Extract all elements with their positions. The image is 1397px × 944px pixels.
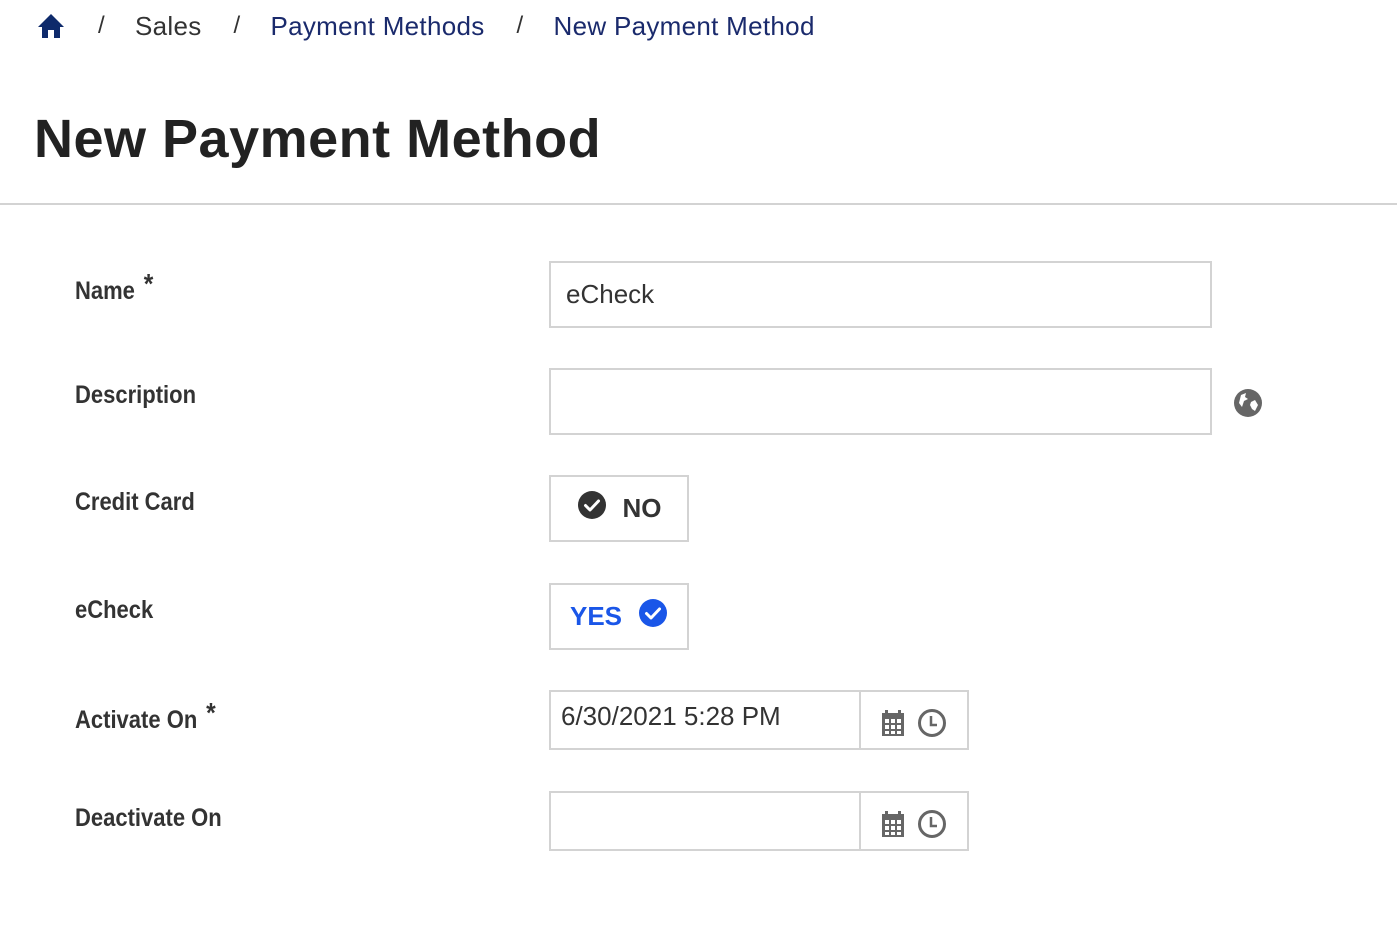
name-label-text: Name — [75, 277, 135, 305]
echeck-state: YES — [569, 601, 623, 631]
echeck-toggle[interactable]: YES — [549, 583, 689, 650]
required-mark: * — [206, 697, 216, 728]
deactivate-on-label: Deactivate On — [75, 804, 222, 833]
deactivate-on-label-text: Deactivate On — [75, 804, 222, 832]
breadcrumb-separator: / — [98, 12, 105, 39]
globe-icon[interactable] — [1232, 387, 1264, 419]
datetime-picker-buttons — [861, 692, 967, 748]
name-input[interactable] — [549, 261, 1212, 328]
activate-on-datetime — [549, 690, 969, 750]
home-icon[interactable] — [36, 11, 66, 41]
check-circle-icon — [577, 490, 607, 527]
breadcrumb-item-payment-methods[interactable]: Payment Methods — [270, 11, 484, 42]
clock-icon[interactable] — [917, 708, 947, 738]
breadcrumb-item-sales: Sales — [134, 10, 202, 41]
credit-card-label: Credit Card — [75, 488, 195, 517]
check-circle-icon — [638, 598, 668, 635]
calendar-icon[interactable] — [881, 709, 905, 737]
credit-card-toggle[interactable]: NO — [549, 475, 689, 542]
required-mark: * — [143, 268, 154, 299]
activate-on-input[interactable] — [551, 692, 861, 748]
clock-icon[interactable] — [917, 809, 947, 839]
description-input[interactable] — [549, 368, 1212, 435]
calendar-icon[interactable] — [881, 810, 905, 838]
activate-on-label: Activate On * — [75, 697, 216, 735]
activate-on-label-text: Activate On — [75, 706, 198, 734]
page-title: New Payment Method — [34, 109, 602, 169]
description-label: Description — [75, 381, 196, 410]
breadcrumb-separator: / — [233, 12, 241, 39]
description-label-text: Description — [75, 381, 197, 409]
credit-card-state: NO — [622, 493, 662, 523]
header-divider — [0, 203, 1397, 205]
breadcrumb-separator: / — [516, 12, 524, 39]
deactivate-on-input[interactable] — [551, 793, 861, 849]
name-label: Name * — [75, 268, 153, 306]
deactivate-on-datetime — [549, 791, 969, 851]
breadcrumb-item-new-payment-method[interactable]: New Payment Method — [554, 11, 815, 42]
datetime-picker-buttons — [861, 793, 967, 849]
credit-card-label-text: Credit Card — [75, 488, 195, 516]
echeck-label-text: eCheck — [75, 596, 154, 624]
breadcrumb: / Sales / Payment Methods / New Payment … — [36, 8, 815, 44]
echeck-label: eCheck — [75, 596, 153, 625]
